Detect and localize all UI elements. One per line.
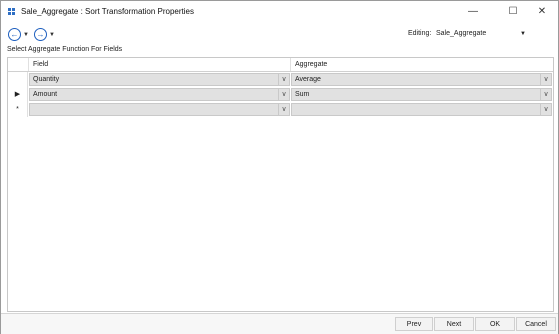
row-marker[interactable]: * [8, 102, 28, 117]
prev-button[interactable]: Prev [395, 317, 433, 331]
chevron-down-icon[interactable]: ▼ [520, 31, 526, 37]
row-header-corner [8, 58, 29, 71]
forward-arrow-icon[interactable]: → [34, 28, 47, 41]
back-arrow-icon[interactable]: ← [8, 28, 21, 41]
table-row[interactable]: ▶ Amount ∨ Sum ∨ [8, 87, 553, 102]
aggregate-select[interactable]: ∨ [291, 103, 552, 116]
properties-window: Sale_Aggregate : Sort Transformation Pro… [0, 0, 559, 334]
field-select[interactable]: Amount ∨ [29, 88, 290, 101]
grid-header: Field Aggregate [8, 58, 553, 72]
maximize-icon[interactable]: ☐ [503, 5, 523, 19]
section-label: Select Aggregate Function For Fields [7, 46, 123, 53]
row-marker[interactable]: ▶ [8, 87, 28, 102]
table-row-new[interactable]: * ∨ ∨ [8, 102, 553, 117]
aggregate-select[interactable]: Sum ∨ [291, 88, 552, 101]
cancel-button[interactable]: Cancel [516, 317, 556, 331]
aggregate-grid: Field Aggregate Quantity ∨ Average ∨ ▶ A… [7, 57, 554, 312]
chevron-down-icon[interactable]: ∨ [278, 104, 289, 115]
chevron-down-icon[interactable]: ∨ [278, 74, 289, 85]
aggregate-select[interactable]: Average ∨ [291, 73, 552, 86]
close-icon[interactable]: ✕ [532, 5, 552, 19]
table-row[interactable]: Quantity ∨ Average ∨ [8, 72, 553, 87]
footer-bar: Prev Next OK Cancel [1, 313, 558, 334]
chevron-down-icon[interactable]: ∨ [540, 104, 551, 115]
window-title: Sale_Aggregate : Sort Transformation Pro… [21, 7, 194, 16]
field-value: Quantity [33, 76, 60, 83]
chevron-down-icon[interactable]: ∨ [540, 74, 551, 85]
field-select[interactable]: Quantity ∨ [29, 73, 290, 86]
aggregate-value: Sum [295, 91, 310, 98]
field-select[interactable]: ∨ [29, 103, 290, 116]
field-value: Amount [33, 91, 58, 98]
row-marker[interactable] [8, 72, 28, 87]
back-dropdown-icon[interactable]: ▼ [23, 32, 29, 38]
ok-button[interactable]: OK [475, 317, 515, 331]
forward-dropdown-icon[interactable]: ▼ [49, 32, 55, 38]
column-header-field[interactable]: Field [29, 58, 291, 71]
minimize-icon[interactable]: — [463, 5, 483, 19]
chevron-down-icon[interactable]: ∨ [540, 89, 551, 100]
aggregate-value: Average [295, 76, 321, 83]
chevron-down-icon[interactable]: ∨ [278, 89, 289, 100]
column-header-aggregate[interactable]: Aggregate [291, 58, 553, 71]
app-grid-icon [8, 8, 16, 16]
title-bar: Sale_Aggregate : Sort Transformation Pro… [1, 1, 558, 23]
toolbar: ← ▼ → ▼ Editing: Sale_Aggregate ▼ [1, 23, 558, 45]
next-button[interactable]: Next [434, 317, 474, 331]
editing-label: Editing: [408, 30, 432, 37]
editing-select[interactable]: Sale_Aggregate [436, 30, 526, 37]
